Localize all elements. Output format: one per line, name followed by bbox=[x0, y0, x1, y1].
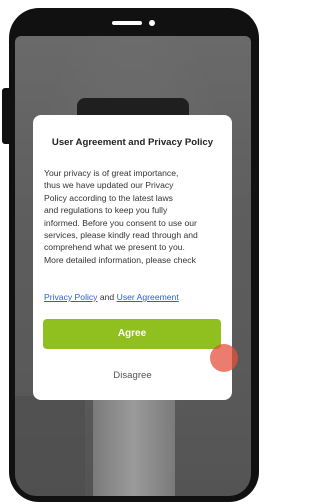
disagree-button[interactable]: Disagree bbox=[33, 370, 232, 381]
dialog-body-line: thus we have updated our Privacy bbox=[44, 180, 174, 191]
dialog-body-line: comprehend what we present to you. bbox=[44, 242, 185, 253]
privacy-policy-link[interactable]: Privacy Policy bbox=[44, 292, 97, 302]
touch-indicator bbox=[210, 344, 238, 372]
dialog-body-line: and regulations to keep you fully bbox=[44, 205, 168, 216]
phone-camera bbox=[149, 20, 155, 26]
dialog-body-line: services, please kindly read through and bbox=[44, 230, 198, 241]
dialog-title: User Agreement and Privacy Policy bbox=[51, 137, 214, 148]
dialog-links: Privacy Policy and User Agreement bbox=[44, 292, 179, 302]
user-agreement-link[interactable]: User Agreement bbox=[117, 292, 179, 302]
links-connector: and bbox=[99, 292, 115, 302]
dialog-body: Your privacy is of great importance, thu… bbox=[44, 167, 224, 266]
phone-screen: User Agreement and Privacy Policy Your p… bbox=[15, 36, 251, 496]
dialog-body-line: Your privacy is of great importance, bbox=[44, 168, 179, 178]
dialog-body-line: informed. Before you consent to use our bbox=[44, 217, 197, 228]
dialog-body-line: More detailed information, please check bbox=[44, 254, 196, 265]
phone-frame: User Agreement and Privacy Policy Your p… bbox=[9, 8, 259, 502]
dialog-body-line: Policy according to the latest laws bbox=[44, 192, 173, 203]
background-shadow bbox=[15, 396, 85, 496]
privacy-dialog: User Agreement and Privacy Policy Your p… bbox=[33, 115, 232, 400]
phone-speaker bbox=[112, 21, 142, 25]
agree-button[interactable]: Agree bbox=[43, 319, 221, 349]
